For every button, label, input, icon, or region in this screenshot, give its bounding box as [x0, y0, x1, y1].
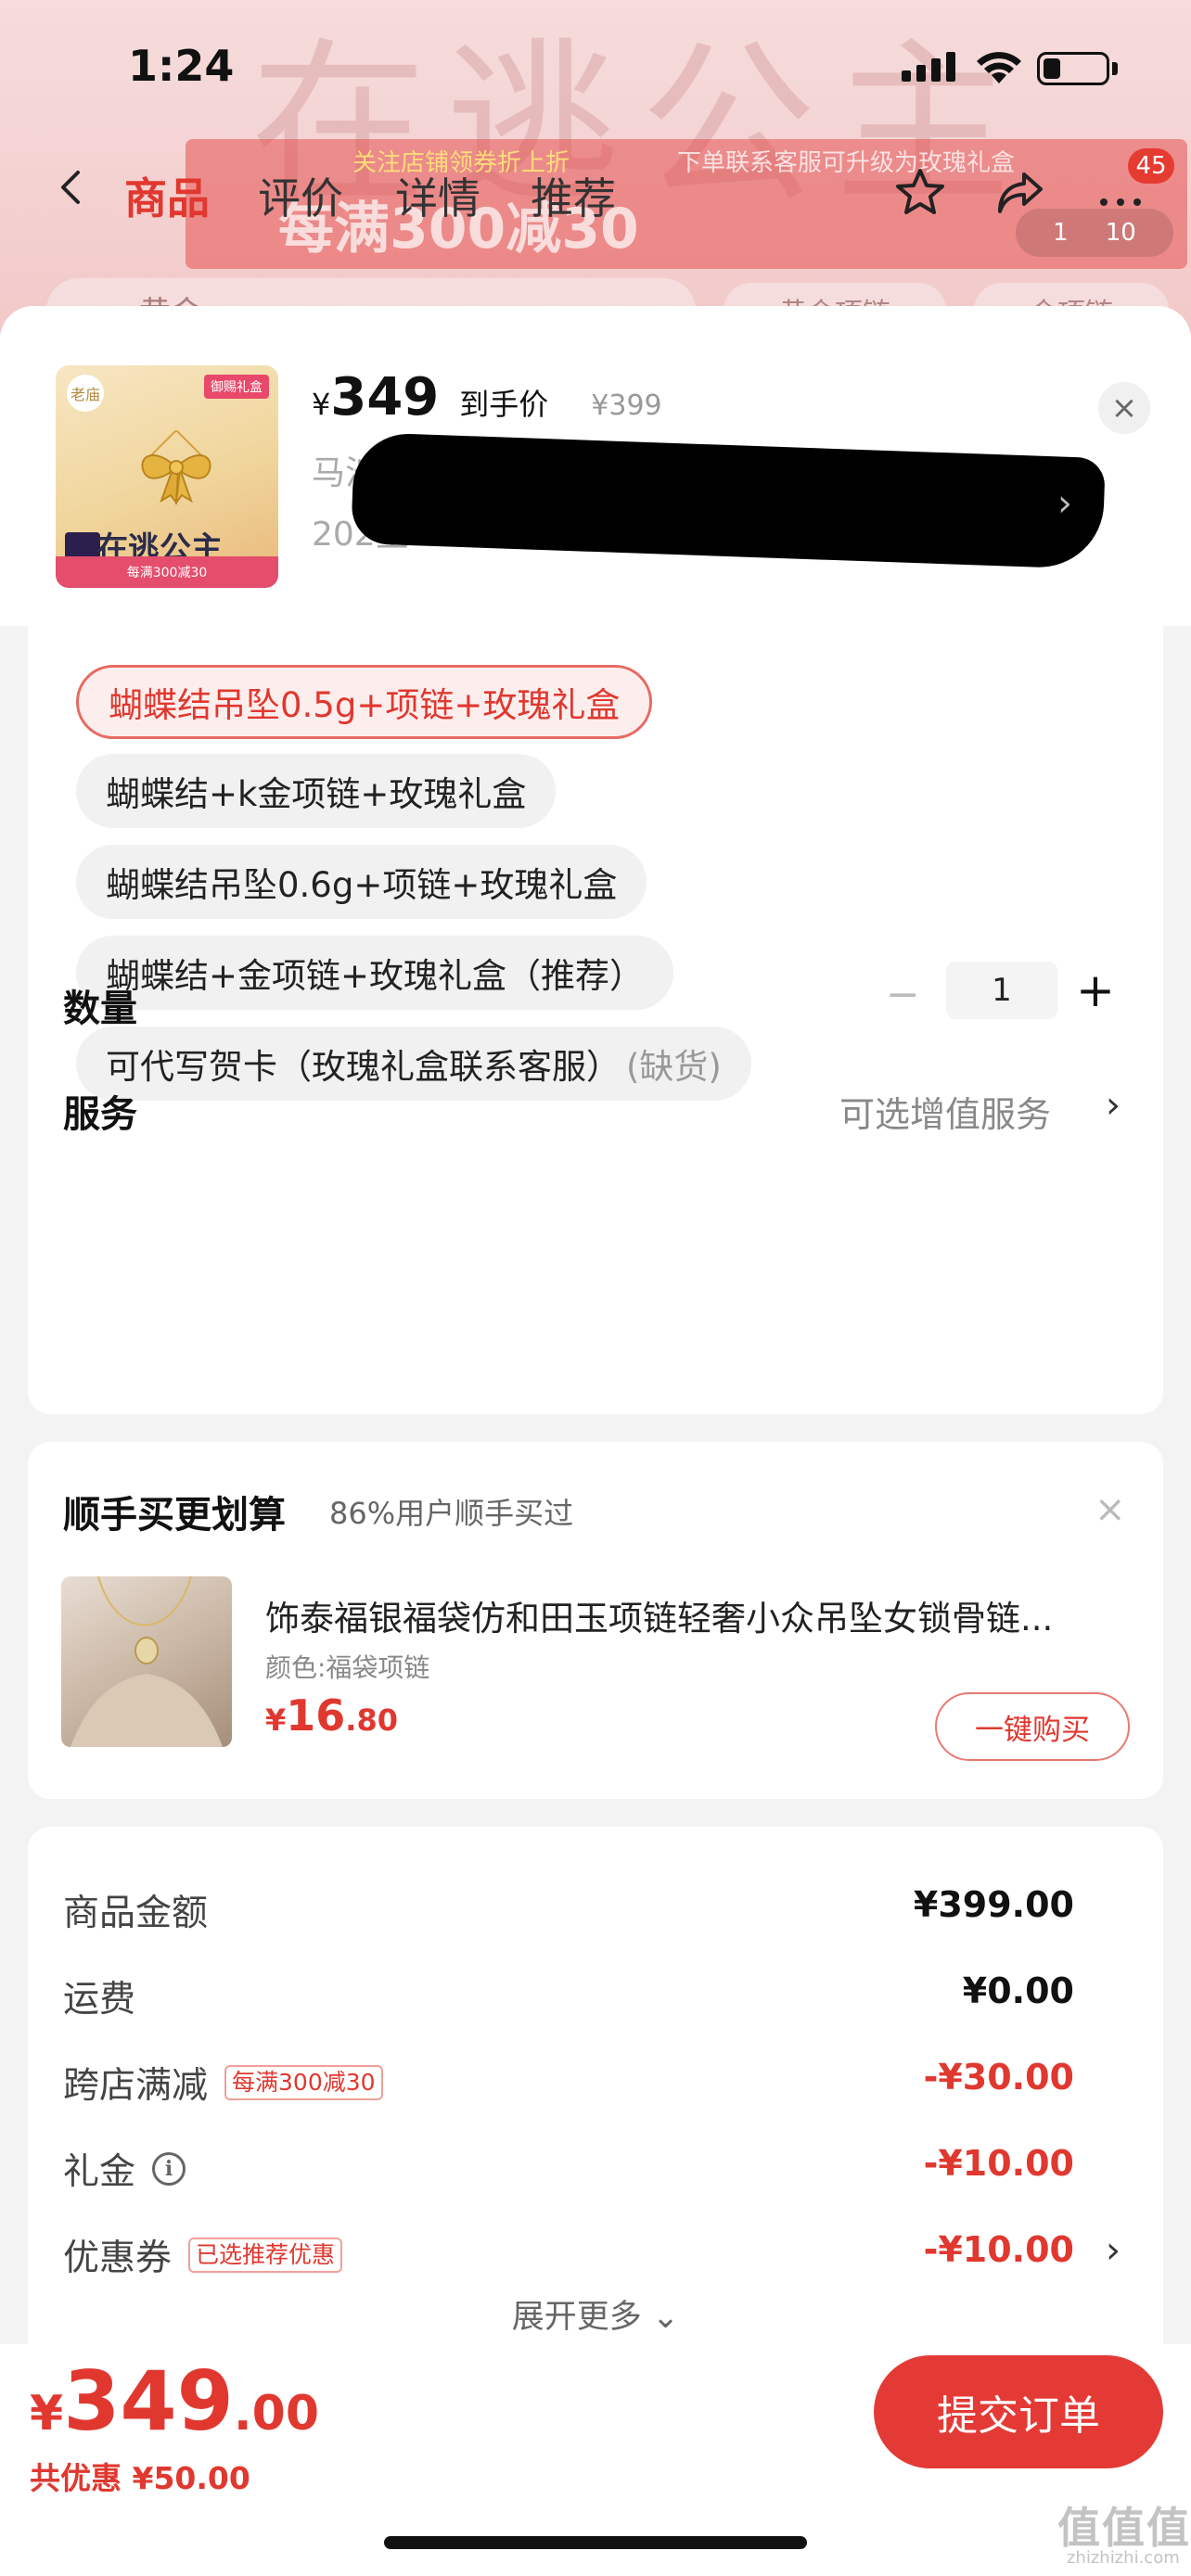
summary-value: -¥10.00 [923, 2229, 1074, 2270]
summary-label: 优惠券 已选推荐优惠 [63, 2229, 343, 2281]
summary-label: 跨店满减 每满300减30 [63, 2057, 383, 2109]
share-icon[interactable] [992, 165, 1048, 221]
quantity-minus-button[interactable]: − [886, 971, 920, 1018]
summary-label-text: 礼金 [63, 2151, 136, 2193]
summary-tag: 每满300减30 [224, 2065, 383, 2100]
summary-label-text: 运费 [63, 1979, 136, 2021]
recommend-title: 顺手买更划算 [63, 1494, 286, 1537]
home-indicator [384, 2536, 807, 2549]
brand-logo: 老庙 [67, 375, 104, 412]
sku-option-label: 蝴蝶结吊坠0.5g+项链+玫瑰礼盒 [109, 685, 621, 725]
recommend-product-name[interactable]: 饰泰福银福袋仿和田玉项链轻奢小众吊坠女锁骨链... [265, 1590, 1128, 1640]
chevron-right-icon[interactable]: › [1106, 2229, 1121, 2272]
chevron-right-icon[interactable]: › [1057, 482, 1072, 525]
recommend-subtitle: 86%用户顺手买过 [329, 1496, 574, 1531]
thumbnail-promo-bar: 每满300减30 [56, 556, 278, 588]
expand-more-button[interactable]: 展开更多 ⌄ [28, 2290, 1163, 2338]
summary-label: 礼金 i [63, 2143, 186, 2195]
site-watermark: 值值值 [1057, 2503, 1191, 2553]
battery-icon [1037, 52, 1109, 85]
service-value[interactable]: 可选增值服务 [839, 1086, 1051, 1137]
status-time: 1:24 [128, 41, 235, 91]
info-icon[interactable]: i [152, 2152, 186, 2186]
final-price-label: 到手价 [459, 387, 549, 422]
tab-reviews[interactable]: 评价 [258, 165, 343, 226]
service-label: 服务 [63, 1093, 137, 1136]
status-bar: 1:24 [0, 0, 1191, 130]
original-price: ¥399 [591, 389, 662, 422]
summary-value: ¥0.00 [962, 1970, 1074, 2011]
product-nav-bar: 商品 评价 详情 推荐 [0, 148, 1191, 232]
sku-option[interactable]: 可代写贺卡（玫瑰礼盒联系客服） (缺货) [76, 1027, 751, 1101]
quantity-label: 数量 [63, 988, 137, 1030]
sku-option-label: 蝴蝶结+k金项链+玫瑰礼盒 [106, 774, 527, 814]
add-on-recommendation-card: 顺手买更划算 86%用户顺手买过 × 饰泰福银福袋仿和田玉项链轻奢小众吊坠女锁骨… [28, 1442, 1163, 1799]
total-decimal: .00 [233, 2386, 320, 2442]
summary-row-coupon[interactable]: 优惠券 已选推荐优惠 -¥10.00 › [63, 2229, 1130, 2285]
sku-options-card: 蝴蝶结吊坠0.5g+项链+玫瑰礼盒 蝴蝶结+k金项链+玫瑰礼盒蝴蝶结吊坠0.6g+… [28, 626, 1163, 1414]
total-currency: ¥ [30, 2386, 64, 2442]
recommend-price-currency: ¥ [265, 1702, 287, 1738]
sheet-header: 老庙 御赐礼盒 在逃公主 每满300减30 ¥ 349 到手价 ¥399 马池荷… [0, 306, 1191, 626]
sku-option-label: 可代写贺卡（玫瑰礼盒联系客服） [106, 1047, 621, 1087]
close-icon[interactable]: × [1098, 382, 1150, 434]
recommend-price-decimal: .80 [345, 1702, 398, 1738]
price-row: ¥ 349 到手价 ¥399 [312, 367, 662, 427]
recommend-price-integer: 16 [286, 1690, 346, 1741]
total-price: ¥349.00 [30, 2353, 319, 2449]
submit-order-button[interactable]: 提交订单 [874, 2355, 1163, 2468]
quantity-input[interactable]: 1 [946, 962, 1057, 1019]
chevron-right-icon[interactable]: › [1106, 1084, 1121, 1127]
summary-row-shipping: 运费 ¥0.00 [63, 1970, 1130, 2026]
back-icon[interactable] [54, 169, 91, 206]
summary-label-text: 商品金额 [63, 1893, 209, 1934]
thumbnail-tag: 御赐礼盒 [204, 375, 269, 399]
sku-option-label: 蝴蝶结+金项链+玫瑰礼盒（推荐） [106, 956, 645, 996]
one-click-buy-button[interactable]: 一键购买 [935, 1692, 1130, 1761]
wifi-icon [977, 52, 1021, 83]
summary-value: -¥10.00 [923, 2143, 1074, 2184]
out-of-stock-note: (缺货) [626, 1047, 722, 1087]
product-thumbnail: 老庙 御赐礼盒 在逃公主 每满300减30 [56, 365, 278, 588]
final-price: 349 [330, 367, 440, 427]
summary-row-cross-store: 跨店满减 每满300减30 -¥30.00 [63, 2057, 1130, 2112]
quantity-plus-button[interactable]: + [1076, 963, 1115, 1017]
summary-label: 商品金额 [63, 1884, 208, 1936]
recommend-product-image[interactable] [61, 1576, 232, 1747]
summary-row-gift-money: 礼金 i -¥10.00 [63, 2143, 1130, 2199]
summary-label-text: 跨店满减 [63, 2065, 209, 2107]
sku-option[interactable]: 蝴蝶结吊坠0.6g+项链+玫瑰礼盒 [76, 845, 647, 919]
total-discount: 共优惠 ¥50.00 [30, 2460, 250, 2496]
sku-option[interactable]: 蝴蝶结+k金项链+玫瑰礼盒 [76, 754, 557, 828]
summary-label: 运费 [63, 1970, 135, 2022]
cellular-signal-icon [902, 52, 955, 82]
message-badge: 45 [1128, 148, 1174, 184]
tab-recommend[interactable]: 推荐 [531, 165, 616, 226]
price-summary-card: 商品金额 ¥399.00 运费 ¥0.00 跨店满减 每满300减30 -¥30… [28, 1827, 1163, 2346]
bow-pendant-image [141, 430, 211, 504]
close-icon[interactable]: × [1095, 1488, 1126, 1531]
recommend-product-price: ¥16.80 [265, 1690, 398, 1741]
total-integer: 349 [63, 2353, 234, 2449]
summary-value: -¥30.00 [923, 2057, 1074, 2098]
battery-cap [1112, 62, 1118, 75]
recommend-product-color: 颜色:福袋项链 [265, 1652, 430, 1683]
sku-option[interactable]: 蝴蝶结+金项链+玫瑰礼盒（推荐） [76, 936, 674, 1010]
necklace-image [70, 1576, 223, 1747]
price-currency: ¥ [312, 387, 331, 422]
tab-details[interactable]: 详情 [395, 165, 480, 226]
summary-value: ¥399.00 [913, 1884, 1074, 1925]
summary-tag: 已选推荐优惠 [188, 2238, 343, 2273]
star-icon[interactable] [892, 165, 948, 221]
summary-row-subtotal: 商品金额 ¥399.00 [63, 1884, 1130, 1940]
tab-product[interactable]: 商品 [124, 165, 210, 226]
sku-option-label: 蝴蝶结吊坠0.6g+项链+玫瑰礼盒 [106, 865, 618, 905]
site-watermark-url: zhizhizhi.com [1067, 2548, 1180, 2568]
sku-option[interactable]: 蝴蝶结吊坠0.5g+项链+玫瑰礼盒 [76, 665, 653, 739]
summary-label-text: 优惠券 [63, 2238, 173, 2279]
order-sheet: 老庙 御赐礼盒 在逃公主 每满300减30 ¥ 349 到手价 ¥399 马池荷… [0, 306, 1191, 2576]
